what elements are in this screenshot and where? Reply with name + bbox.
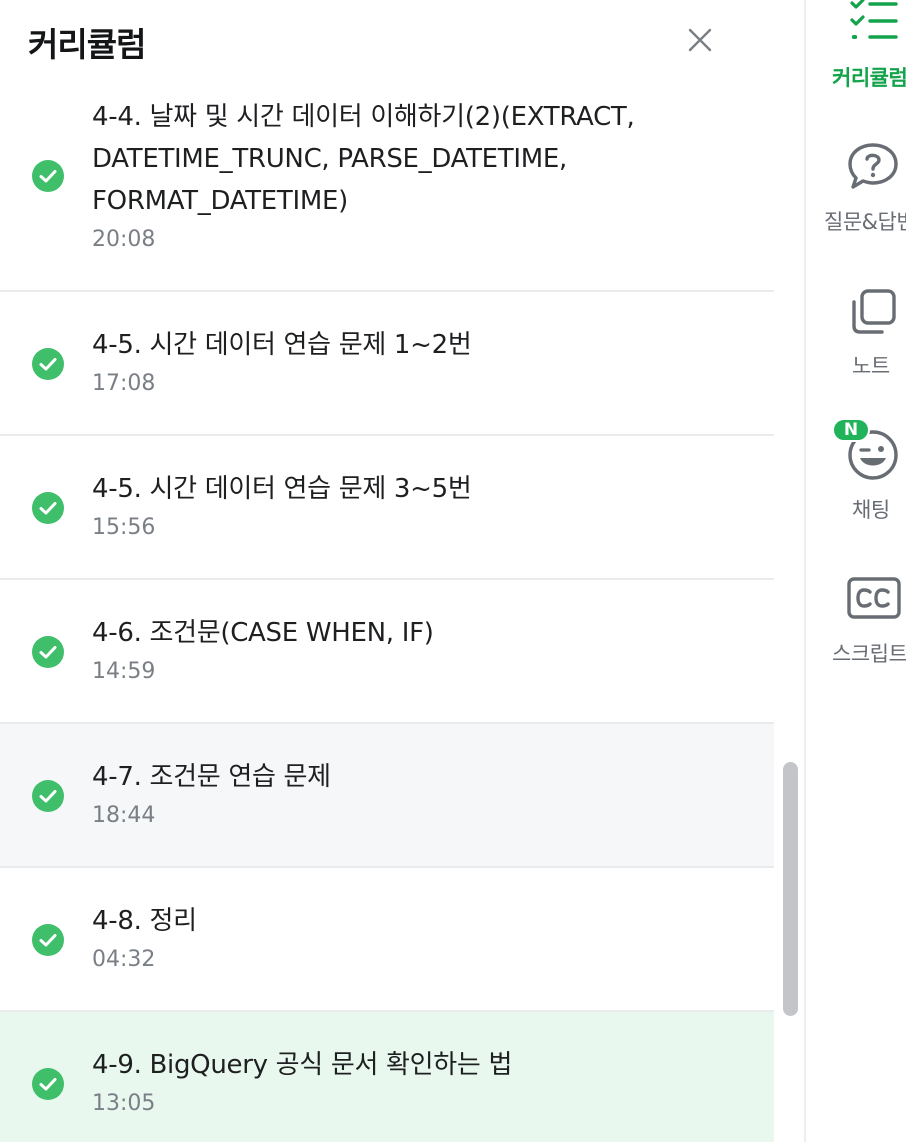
curriculum-list-icon	[846, 0, 902, 44]
nav-label: 노트	[852, 354, 890, 378]
lesson-item[interactable]: 4-4. 날짜 및 시간 데이터 이해하기(2)(EXTRACT, DATETI…	[0, 86, 774, 292]
lesson-title: 4-5. 시간 데이터 연습 문제 3~5번	[92, 474, 472, 504]
lesson-duration: 18:44	[92, 803, 156, 828]
nav-curriculum[interactable]: 커리큘럼	[806, 0, 906, 110]
nav-script[interactable]: 스크립트	[806, 572, 906, 682]
check-circle-icon	[32, 160, 64, 192]
lesson-title: 4-7. 조건문 연습 문제	[92, 762, 331, 792]
lesson-item[interactable]: 4-8. 정리 04:32	[0, 868, 774, 1012]
lesson-item[interactable]: 4-5. 시간 데이터 연습 문제 3~5번 15:56	[0, 436, 774, 580]
lesson-title: 4-6. 조건문(CASE WHEN, IF)	[92, 618, 434, 648]
nav-label: 질문&답변	[824, 210, 906, 234]
nav-label: 스크립트	[832, 642, 906, 666]
side-nav: 커리큘럼 질문&답변 노트 채팅 N 스크립트	[806, 0, 906, 1142]
check-circle-icon	[32, 924, 64, 956]
lesson-duration: 04:32	[92, 947, 156, 972]
close-icon	[688, 28, 712, 52]
lesson-item-current[interactable]: 4-9. BigQuery 공식 문서 확인하는 법 13:05	[0, 1012, 774, 1142]
new-badge: N	[832, 418, 870, 442]
nav-note[interactable]: 노트	[806, 286, 906, 396]
check-circle-icon	[32, 636, 64, 668]
lesson-title: 4-8. 정리	[92, 906, 197, 936]
curriculum-screen: 커리큘럼 4-4. 날짜 및 시간 데이터 이해하기(2)(EXTRACT, D…	[0, 0, 906, 1142]
panel-title: 커리큘럼	[28, 25, 146, 64]
lesson-title: 4-9. BigQuery 공식 문서 확인하는 법	[92, 1050, 513, 1080]
lesson-item[interactable]: 4-5. 시간 데이터 연습 문제 1~2번 17:08	[0, 292, 774, 436]
scrollbar-thumb[interactable]	[783, 762, 798, 1016]
lesson-duration: 17:08	[92, 371, 156, 396]
lesson-duration: 14:59	[92, 659, 156, 684]
lesson-title: 4-5. 시간 데이터 연습 문제 1~2번	[92, 330, 472, 360]
check-circle-icon	[32, 1068, 64, 1100]
lesson-title-line: 4-4. 날짜 및 시간 데이터 이해하기(2)(EXTRACT,	[92, 102, 635, 132]
nav-qna[interactable]: 질문&답변	[806, 140, 906, 250]
close-button[interactable]	[684, 24, 716, 56]
lesson-title: 4-4. 날짜 및 시간 데이터 이해하기(2)(EXTRACT, DATETI…	[92, 96, 734, 222]
lesson-item[interactable]: 4-6. 조건문(CASE WHEN, IF) 14:59	[0, 580, 774, 724]
lesson-title-line: FORMAT_DATETIME)	[92, 186, 348, 216]
check-circle-icon	[32, 348, 64, 380]
nav-label: 커리큘럼	[832, 66, 906, 90]
check-circle-icon	[32, 780, 64, 812]
question-bubble-icon	[846, 142, 900, 192]
cc-script-icon	[846, 576, 902, 620]
check-circle-icon	[32, 492, 64, 524]
lesson-duration: 15:56	[92, 515, 156, 540]
lesson-item[interactable]: 4-7. 조건문 연습 문제 18:44	[0, 724, 774, 868]
lesson-duration: 20:08	[92, 227, 156, 252]
lesson-title-line: DATETIME_TRUNC, PARSE_DATETIME,	[92, 144, 567, 174]
curriculum-panel: 커리큘럼 4-4. 날짜 및 시간 데이터 이해하기(2)(EXTRACT, D…	[0, 0, 776, 1142]
nav-label: 채팅	[852, 498, 890, 522]
lesson-duration: 13:05	[92, 1091, 156, 1116]
note-icon	[846, 288, 898, 336]
